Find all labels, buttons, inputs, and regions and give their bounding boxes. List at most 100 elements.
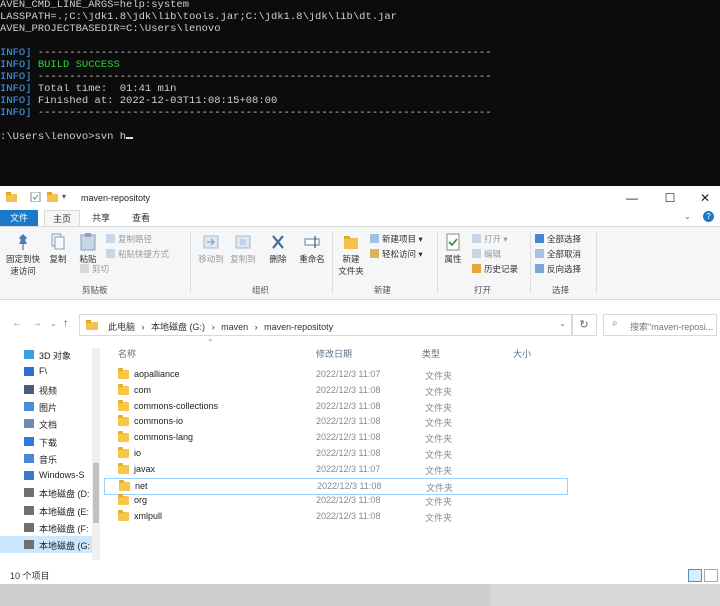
file-type: 文件夹 (425, 513, 453, 524)
address-row: ← → ⌄ ↑ 此电脑 › 本地磁盘 (G:) › maven › maven-… (0, 312, 720, 338)
select-all-button[interactable]: 全部选择 (535, 233, 581, 245)
table-row[interactable]: net 2022/12/3 11:08 文件夹 (104, 477, 568, 495)
nav-scrollbar[interactable] (92, 348, 100, 560)
nav-item[interactable]: 3D 对象 (0, 346, 96, 363)
crumb-separator[interactable]: › (142, 322, 145, 332)
nav-item[interactable]: 本地磁盘 (F: (0, 519, 96, 536)
column-header-name[interactable]: 名称 (118, 347, 136, 360)
group-label-select: 选择 (552, 285, 570, 295)
table-row[interactable]: org 2022/12/3 11:08 文件夹 (104, 493, 566, 508)
paste-shortcut-button[interactable]: 粘贴快捷方式 (106, 248, 169, 260)
terminal-window[interactable]: AVEN_CMD_LINE_ARGS=help:system LASSPATH=… (0, 0, 720, 186)
table-row[interactable]: aopalliance 2022/12/3 11:07 文件夹 (104, 367, 566, 382)
properties-icon[interactable] (30, 192, 41, 202)
title-bar[interactable]: ▾ maven-repositoty — ☐ ✕ (0, 186, 720, 210)
folder-icon (119, 479, 130, 491)
group-label-open: 打开 (474, 285, 492, 295)
nav-item[interactable]: 本地磁盘 (G: (0, 536, 96, 554)
column-header-size[interactable]: 大小 (513, 347, 531, 360)
nav-item[interactable]: F\ (0, 363, 96, 380)
up-arrow-icon[interactable]: ↑ (63, 318, 68, 329)
back-arrow-icon[interactable]: ← (12, 318, 22, 329)
file-name: javax (134, 463, 156, 474)
nav-item[interactable]: 文档 (0, 415, 96, 432)
nav-item[interactable]: 视频 (0, 381, 96, 398)
minimize-button[interactable]: — (617, 189, 647, 207)
address-dropdown-chevron-icon[interactable]: ⌄ (559, 319, 566, 328)
item-count: 10 个项目 (10, 571, 50, 581)
breadcrumb: 此电脑 › 本地磁盘 (G:) › maven › maven-reposito… (108, 320, 337, 333)
close-button[interactable]: ✕ (690, 189, 720, 207)
crumb-this-pc[interactable]: 此电脑 (108, 322, 135, 332)
help-icon[interactable]: ? (703, 211, 714, 222)
new-item-button[interactable]: 新建项目 ▾ (370, 233, 423, 245)
cut-button[interactable]: 剪切 (80, 263, 109, 275)
easy-access-button[interactable]: 轻松访问 ▾ (370, 248, 423, 260)
info-tag: INFO] (0, 60, 32, 71)
table-row[interactable]: xmlpull 2022/12/3 11:08 文件夹 (104, 509, 566, 524)
crumb-drive-g[interactable]: 本地磁盘 (G:) (151, 322, 205, 332)
pin-label: 固定到快 (5, 254, 40, 264)
select-none-button[interactable]: 全部取消 (535, 248, 581, 260)
nav-item[interactable]: 音乐 (0, 450, 96, 467)
tab-share[interactable]: 共享 (84, 210, 118, 226)
tab-view[interactable]: 查看 (124, 210, 158, 226)
properties-label: 属性 (444, 254, 462, 264)
tab-file[interactable]: 文件 (0, 210, 38, 226)
copy-to-button[interactable]: 复制到 (228, 233, 258, 265)
nav-item[interactable]: 图片 (0, 398, 96, 415)
paste-button[interactable]: 粘贴 (74, 233, 102, 265)
table-row[interactable]: commons-lang 2022/12/3 11:08 文件夹 (104, 430, 566, 445)
search-input[interactable]: ⌕ 搜索"maven-reposi... (603, 314, 717, 336)
collapse-ribbon-icon[interactable]: ⌄ (684, 212, 691, 221)
new-folder-button[interactable]: 新建 文件夹 (336, 233, 366, 277)
forward-arrow-icon[interactable]: → (32, 318, 42, 329)
properties-button[interactable]: 属性 (441, 233, 465, 265)
move-to-button[interactable]: 移动到 (196, 233, 226, 265)
crumb-separator[interactable]: › (255, 322, 258, 332)
scrollbar-thumb[interactable] (93, 463, 99, 523)
table-row[interactable]: javax 2022/12/3 11:07 文件夹 (104, 462, 566, 477)
details-view-button[interactable] (688, 569, 702, 582)
prompt-text: :\Users\lenovo>svn h (0, 132, 127, 143)
nav-item[interactable]: Windows-S (0, 467, 96, 484)
tab-home[interactable]: 主页 (44, 210, 80, 227)
nav-item[interactable]: 本地磁盘 (D: (0, 484, 96, 501)
terminal-prompt[interactable]: :\Users\lenovo>svn h (0, 132, 720, 144)
column-header-type[interactable]: 类型 (422, 347, 440, 360)
column-header-date[interactable]: 修改日期 (316, 347, 352, 360)
refresh-button[interactable]: ↻ (571, 314, 597, 336)
pictures-icon (24, 401, 34, 411)
crumb-maven-repositoty[interactable]: maven-repositoty (264, 322, 333, 332)
open-button[interactable]: 打开 ▾ (472, 233, 508, 245)
table-row[interactable]: com 2022/12/3 11:08 文件夹 (104, 383, 566, 398)
navigation-pane[interactable]: 3D 对象 F\ 视频 图片 文档 下载 音乐 Windows-S 本地磁盘 (D: 本地磁盘 (… (0, 338, 102, 564)
copy-path-button[interactable]: 复制路径 (106, 233, 152, 245)
crumb-separator[interactable]: › (212, 322, 215, 332)
folder-icon (118, 447, 129, 458)
terminal-text: Total time: 01:41 min (31, 84, 177, 95)
address-bar[interactable]: 此电脑 › 本地磁盘 (G:) › maven › maven-reposito… (79, 314, 573, 336)
nav-item[interactable]: 下载 (0, 433, 96, 450)
rename-button[interactable]: 重命名 (296, 233, 328, 265)
recent-chevron-down-icon[interactable]: ⌄ (50, 319, 57, 328)
large-icons-view-button[interactable] (704, 569, 718, 582)
maximize-button[interactable]: ☐ (655, 189, 685, 207)
history-button[interactable]: 历史记录 (472, 263, 518, 275)
edit-button[interactable]: 编辑 (472, 248, 501, 260)
quick-access-dropdown-icon[interactable]: ▾ (62, 192, 66, 201)
copy-button[interactable]: 复制 (45, 233, 71, 265)
table-row[interactable]: io 2022/12/3 11:08 文件夹 (104, 446, 566, 461)
delete-button[interactable]: 删除 (264, 233, 292, 265)
new-folder-icon[interactable] (47, 192, 58, 202)
pin-quick-access-button[interactable]: 固定到快 速访问 (4, 233, 42, 277)
group-label-organize: 组织 (252, 285, 270, 295)
invert-selection-button[interactable]: 反向选择 (535, 263, 581, 275)
table-row[interactable]: commons-io 2022/12/3 11:08 文件夹 (104, 414, 566, 429)
crumb-maven[interactable]: maven (221, 322, 248, 332)
nav-item[interactable]: 本地磁盘 (E: (0, 502, 96, 519)
file-type: 文件夹 (425, 386, 453, 397)
pin-label-2: 速访问 (10, 266, 36, 276)
music-icon (24, 453, 34, 463)
table-row[interactable]: commons-collections 2022/12/3 11:08 文件夹 (104, 399, 566, 414)
